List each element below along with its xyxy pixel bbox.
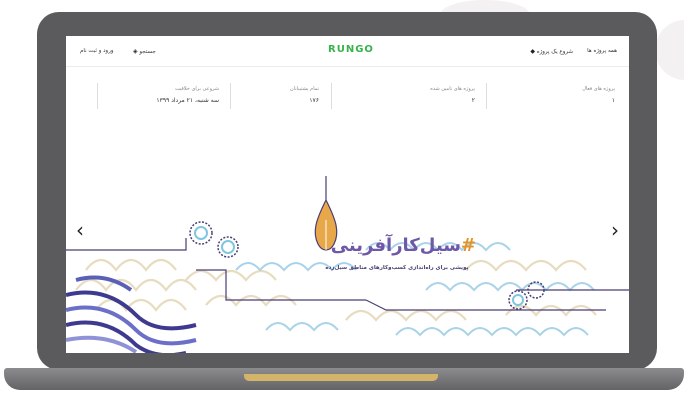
search-label: جستجو xyxy=(139,49,156,55)
stat-supporters: تمام پشتیبانان ۱۷۶ xyxy=(290,86,319,104)
campaign-title: #سیل‌کارآفرینی xyxy=(316,235,477,265)
campaign-subtitle: پویشی برای راه‌اندازی کسب‌وکارهای مناطق … xyxy=(325,265,469,271)
top-navbar: همه پروژه ها شروع یک پروژه ◆ RUNGO جستجو… xyxy=(66,36,629,67)
nav-login[interactable]: ورود و ثبت نام xyxy=(80,48,114,54)
stat-divider xyxy=(230,83,231,109)
diamond-plus-icon: ◆ xyxy=(530,48,535,55)
chevron-right-icon[interactable]: › xyxy=(611,220,619,240)
stat-label: پروژه های تامین شده xyxy=(430,86,475,92)
diamond-plus-icon: ◈ xyxy=(133,48,138,55)
stat-label: تمام پشتیبانان xyxy=(290,86,319,92)
site-logo[interactable]: RUNGO xyxy=(328,44,374,55)
stat-value: ۱ xyxy=(611,97,615,104)
start-project-label: شروع یک پروژه xyxy=(536,49,573,55)
stat-value: ۱۷۶ xyxy=(309,97,319,104)
gear-inner-ring xyxy=(221,240,235,254)
gear-icon xyxy=(189,221,213,245)
stat-label: پروژه های فعال xyxy=(582,86,615,92)
stat-funded-projects: پروژه های تامین شده ۲ xyxy=(430,86,475,104)
stat-value: ۲ xyxy=(471,97,475,104)
nav-search[interactable]: جستجو ◈ xyxy=(133,48,156,55)
stat-start-date: شروعی برای خلاقیت سه شنبه، ۲۱ مرداد ۱۳۹۹ xyxy=(156,86,219,104)
stats-bar: پروژه های فعال ۱ پروژه های تامین شده ۲ ت… xyxy=(66,80,629,116)
nav-all-projects[interactable]: همه پروژه ها xyxy=(587,48,617,54)
stat-active-projects: پروژه های فعال ۱ xyxy=(582,86,615,104)
gear-inner-ring xyxy=(512,294,524,306)
laptop-notch xyxy=(244,374,438,381)
campaign-hash: # xyxy=(460,235,477,256)
stat-divider xyxy=(97,83,98,109)
stat-label: شروعی برای خلاقیت xyxy=(174,86,219,92)
campaign-title-text: سیل‌کارآفرینی xyxy=(330,235,462,256)
gear-inner-ring xyxy=(194,226,208,240)
stat-divider xyxy=(331,83,332,109)
chevron-left-icon[interactable]: ‹ xyxy=(76,220,84,240)
stat-value: سه شنبه، ۲۱ مرداد ۱۳۹۹ xyxy=(156,97,219,104)
nav-start-project[interactable]: شروع یک پروژه ◆ xyxy=(530,48,573,55)
purple-wave-pattern xyxy=(66,275,197,353)
background-blob xyxy=(655,20,684,80)
hero-banner: #سیل‌کارآفرینی پویشی برای راه‌اندازی کسب… xyxy=(66,120,629,353)
browser-screen: همه پروژه ها شروع یک پروژه ◆ RUNGO جستجو… xyxy=(66,36,629,353)
stat-divider xyxy=(486,83,487,109)
